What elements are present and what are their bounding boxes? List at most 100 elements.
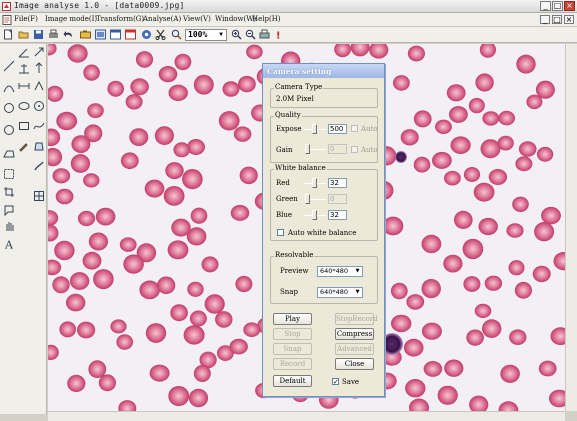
color-picker-icon[interactable] [18,140,30,152]
new-icon[interactable] [3,29,14,40]
red-blood-cell [135,51,154,68]
text-icon[interactable]: A [3,238,15,251]
hand-icon[interactable] [3,220,15,232]
gain-slider[interactable] [304,144,326,154]
expose-slider[interactable] [304,124,326,134]
close-button[interactable]: Close [335,358,374,370]
menu-view[interactable]: View(V) [183,15,211,23]
preview-resolution-select[interactable]: 640*480 ▼ [317,266,363,277]
zoom-icon[interactable] [171,29,182,40]
blue-slider-thumb[interactable] [312,210,317,220]
red-blood-cell [98,374,116,392]
red-label: Red [276,179,290,187]
ellipse-icon[interactable] [18,100,30,112]
snap-resolution-value: 640*480 [320,288,349,296]
polyline-icon[interactable] [33,62,45,74]
default-button[interactable]: Default [273,375,312,387]
zoom-in-icon[interactable] [231,29,242,40]
play-button[interactable]: Play [273,313,312,325]
open-icon[interactable] [18,29,29,40]
zoom-level-select[interactable]: 100% ▼ [185,29,227,41]
expose-slider-thumb[interactable] [312,124,317,134]
save-checkbox[interactable]: ✓ [332,378,339,386]
freehand-icon[interactable] [33,120,45,132]
red-input[interactable]: 32 [328,178,347,188]
blue-input[interactable]: 32 [328,210,347,220]
doc-minimize-button[interactable]: _ [540,15,550,24]
red-slider-thumb[interactable] [312,178,317,188]
green-slider[interactable] [304,194,326,204]
stop-record-button[interactable]: StopRecord [335,313,378,325]
snap-button[interactable]: Snap [273,343,312,355]
circle-icon[interactable] [3,102,15,114]
expose-auto-checkbox[interactable] [351,125,358,132]
minimize-button[interactable]: _ [540,1,551,11]
menu-analyse[interactable]: Analyse(A) [143,15,181,23]
measure-icon[interactable] [18,80,30,92]
red-slider[interactable] [304,178,326,188]
polygon-icon[interactable] [3,124,15,136]
advanced-button[interactable]: Advanced [335,343,374,355]
rectangle-icon[interactable] [18,120,30,132]
menu-file[interactable]: File(F) [14,15,38,23]
auto-white-balance-checkbox[interactable] [277,229,284,236]
help-icon[interactable]: ! [273,29,284,41]
print-setup-icon[interactable] [48,29,59,40]
red-blood-cell [83,173,100,188]
red-blood-cell [163,186,185,206]
doc-restore-button[interactable]: □ [552,15,562,24]
gain-slider-thumb[interactable] [305,144,310,154]
camera-type-group: Camera Type 2.0M Pixel [270,83,378,108]
snap-resolution-select[interactable]: 640*480 ▼ [317,287,363,298]
red-blood-cell [474,303,492,318]
maximize-button[interactable]: □ [552,1,563,11]
document-icon [2,15,12,25]
count-icon[interactable] [33,80,45,92]
arrow-icon[interactable] [33,46,45,58]
crop-icon[interactable] [3,186,15,198]
doc-close-button[interactable]: × [564,15,574,24]
curve-icon[interactable] [3,82,15,94]
vertical-scrollbar[interactable] [565,44,577,411]
capture-icon[interactable] [95,29,106,40]
brush-icon[interactable] [33,160,45,172]
fill-icon[interactable] [33,140,45,152]
eraser-icon[interactable] [3,148,15,160]
camera-icon[interactable] [80,29,91,40]
menu-image-mode[interactable]: Image mode(I) [45,15,97,23]
record-icon[interactable] [125,29,136,40]
record-button[interactable]: Record [273,358,312,370]
horizontal-scrollbar[interactable] [48,411,565,421]
red-blood-cell [421,322,442,340]
label-icon[interactable] [3,204,15,216]
select-icon[interactable] [3,168,15,180]
cut-icon[interactable] [155,29,166,40]
red-blood-cell [167,240,189,260]
angle-icon[interactable] [18,46,30,58]
expose-input[interactable]: 500 [328,124,347,134]
save-icon[interactable] [33,29,44,40]
point-icon[interactable] [33,100,45,112]
menu-window[interactable]: Window(W) [215,15,256,23]
green-input[interactable]: 0 [328,194,347,204]
red-blood-cell [123,254,144,274]
blue-slider[interactable] [304,210,326,220]
menu-transform[interactable]: Transform(G) [96,15,144,23]
video-icon[interactable] [110,29,121,40]
grid-icon[interactable] [33,190,45,202]
compress-button[interactable]: Compress [335,328,374,340]
printer-icon[interactable] [259,29,270,40]
gain-input[interactable]: 0 [328,144,347,154]
undo-icon[interactable] [63,29,74,40]
green-slider-thumb[interactable] [305,194,310,204]
settings-icon[interactable] [141,29,152,40]
gain-auto-checkbox[interactable] [351,146,358,153]
menu-help[interactable]: Help(H) [252,15,281,23]
red-blood-cell [405,379,426,398]
scale-icon[interactable] [18,62,30,74]
red-blood-cell [463,167,481,182]
zoom-out-icon[interactable] [245,29,256,40]
stop-button[interactable]: Stop [273,328,312,340]
close-window-button[interactable]: × [564,1,575,11]
line-icon[interactable] [3,60,15,72]
